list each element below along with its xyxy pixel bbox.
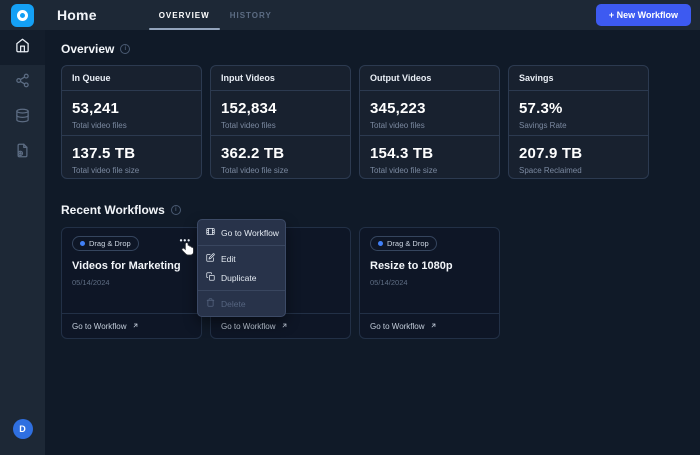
page-title: Home bbox=[57, 7, 97, 23]
workflow-type-badge: Drag & Drop bbox=[370, 236, 437, 251]
trash-icon bbox=[206, 298, 215, 309]
arrow-up-right-icon bbox=[132, 322, 139, 331]
menu-divider bbox=[198, 290, 285, 291]
arrow-up-right-icon bbox=[430, 322, 437, 331]
sidebar: D bbox=[0, 0, 45, 455]
overview-section-head: Overview i bbox=[61, 42, 684, 56]
copy-icon bbox=[206, 272, 215, 283]
stat-label: Savings Rate bbox=[519, 121, 638, 130]
badge-dot-icon bbox=[80, 241, 85, 246]
stat-value: 345,223 bbox=[370, 100, 489, 117]
workflow-title: Resize to 1080p bbox=[370, 260, 489, 272]
stat-label: Total video file size bbox=[221, 166, 340, 175]
stat-card-grid: In Queue 53,241 Total video files 137.5 T… bbox=[61, 65, 684, 179]
workflow-card-grid: Drag & Drop ••• Videos for Marketing 05/… bbox=[61, 227, 684, 339]
menu-item-go-to-workflow[interactable]: Go to Workflow bbox=[198, 223, 285, 242]
stat-label: Total video file size bbox=[72, 166, 191, 175]
stat-value: 137.5 TB bbox=[72, 145, 191, 162]
stat-value: 154.3 TB bbox=[370, 145, 489, 162]
workflow-type-badge: Drag & Drop bbox=[72, 236, 139, 251]
workflow-title: Videos for Marketing bbox=[72, 260, 191, 272]
menu-divider bbox=[198, 245, 285, 246]
menu-item-delete[interactable]: Delete bbox=[198, 294, 285, 313]
nodes-icon bbox=[15, 73, 30, 93]
go-to-workflow-link[interactable]: Go to Workflow bbox=[360, 313, 499, 338]
home-icon bbox=[15, 38, 30, 58]
tab-overview[interactable]: OVERVIEW bbox=[149, 0, 220, 30]
overview-heading: Overview bbox=[61, 42, 114, 56]
tab-bar: OVERVIEW HISTORY bbox=[149, 0, 282, 30]
workflow-context-menu: Go to Workflow Edit Duplicate Delete bbox=[197, 219, 286, 317]
stat-card-in-queue: In Queue 53,241 Total video files 137.5 T… bbox=[61, 65, 202, 179]
app-window: D Home OVERVIEW HISTORY + New Workflow O… bbox=[0, 0, 700, 455]
content-area: Overview i In Queue 53,241 Total video fi… bbox=[45, 30, 700, 455]
recent-workflows-heading: Recent Workflows bbox=[61, 203, 165, 217]
user-avatar[interactable]: D bbox=[13, 419, 33, 439]
invoice-icon bbox=[15, 143, 30, 163]
info-icon[interactable]: i bbox=[120, 44, 130, 54]
stat-card-output-videos: Output Videos 345,223 Total video files 1… bbox=[359, 65, 500, 179]
stat-value: 57.3% bbox=[519, 100, 638, 117]
app-logo[interactable] bbox=[0, 0, 45, 30]
sidebar-item-home[interactable] bbox=[0, 30, 45, 65]
sidebar-item-workflows[interactable] bbox=[0, 65, 45, 100]
menu-item-duplicate[interactable]: Duplicate bbox=[198, 268, 285, 287]
logo-ring-icon bbox=[17, 10, 28, 21]
stat-value: 362.2 TB bbox=[221, 145, 340, 162]
main-area: Home OVERVIEW HISTORY + New Workflow Ove… bbox=[45, 0, 700, 455]
stat-label: Total video files bbox=[370, 121, 489, 130]
stat-label: Total video file size bbox=[370, 166, 489, 175]
recent-section-head: Recent Workflows i bbox=[61, 203, 684, 217]
stat-card-savings: Savings 57.3% Savings Rate 207.9 TB Space … bbox=[508, 65, 649, 179]
workflow-card[interactable]: Drag & Drop Resize to 1080p 05/14/2024 G… bbox=[359, 227, 500, 339]
sidebar-item-reports[interactable] bbox=[0, 135, 45, 170]
top-bar: Home OVERVIEW HISTORY + New Workflow bbox=[45, 0, 700, 30]
stat-card-title: Output Videos bbox=[360, 66, 499, 91]
stat-card-title: In Queue bbox=[62, 66, 201, 91]
film-icon bbox=[206, 227, 215, 238]
stat-value: 207.9 TB bbox=[519, 145, 638, 162]
sidebar-item-storage[interactable] bbox=[0, 100, 45, 135]
edit-icon bbox=[206, 253, 215, 264]
workflow-date: 05/14/2024 bbox=[72, 278, 191, 287]
workflow-date: 05/14/2024 bbox=[370, 278, 489, 287]
new-workflow-button[interactable]: + New Workflow bbox=[596, 4, 691, 26]
info-icon[interactable]: i bbox=[171, 205, 181, 215]
stat-label: Total video files bbox=[72, 121, 191, 130]
stat-card-title: Savings bbox=[509, 66, 648, 91]
workflow-card[interactable]: Drag & Drop ••• Videos for Marketing 05/… bbox=[61, 227, 202, 339]
stat-label: Total video files bbox=[221, 121, 340, 130]
kebab-menu-button[interactable]: ••• bbox=[180, 236, 191, 246]
stat-label: Space Reclaimed bbox=[519, 166, 638, 175]
stat-card-input-videos: Input Videos 152,834 Total video files 36… bbox=[210, 65, 351, 179]
arrow-up-right-icon bbox=[281, 322, 288, 331]
tab-history[interactable]: HISTORY bbox=[220, 0, 282, 30]
stat-value: 53,241 bbox=[72, 100, 191, 117]
badge-dot-icon bbox=[378, 241, 383, 246]
menu-item-edit[interactable]: Edit bbox=[198, 249, 285, 268]
go-to-workflow-link[interactable]: Go to Workflow bbox=[62, 313, 201, 338]
stat-value: 152,834 bbox=[221, 100, 340, 117]
stat-card-title: Input Videos bbox=[211, 66, 350, 91]
database-icon bbox=[15, 108, 30, 128]
